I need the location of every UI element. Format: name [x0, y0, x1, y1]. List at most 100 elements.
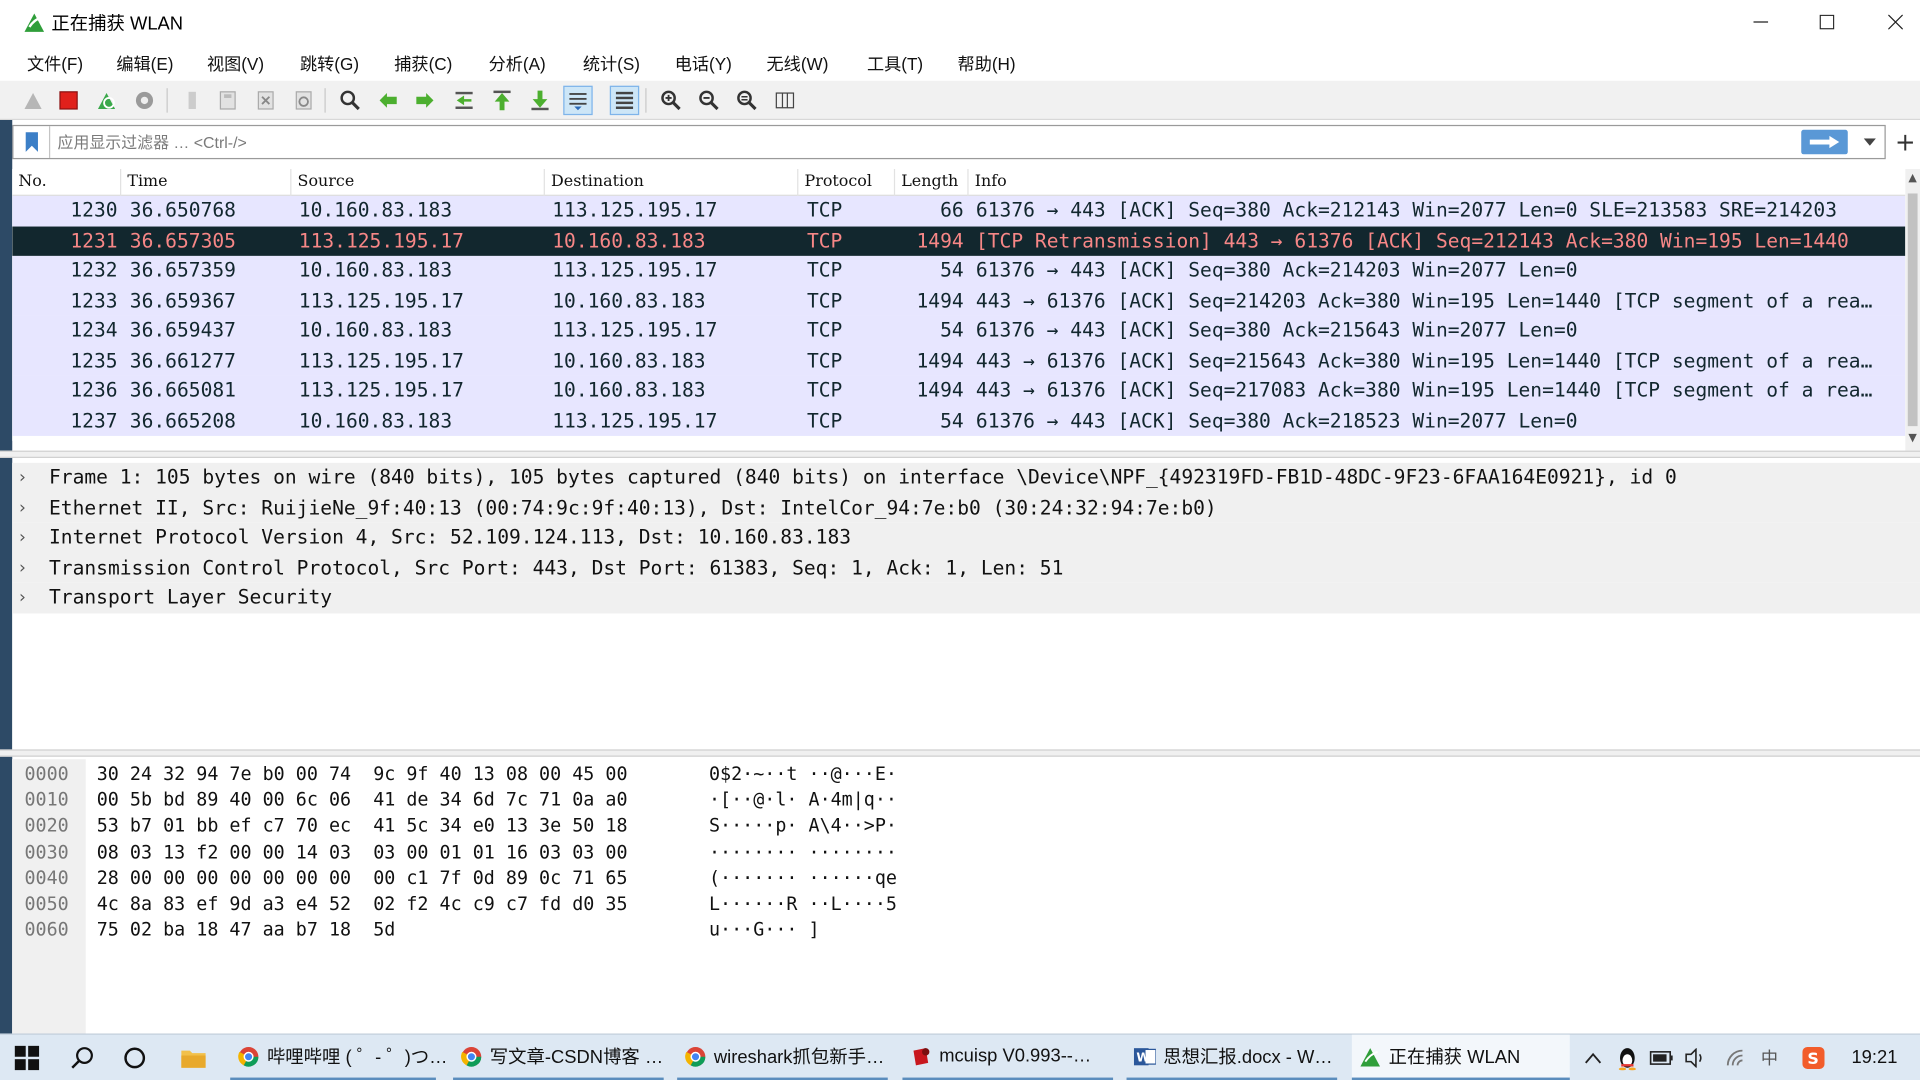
- packet-row[interactable]: 1234 36.659437 10.160.83.183 113.125.195.17…: [12, 315, 1906, 346]
- scroll-up-icon[interactable]: ▲: [1905, 171, 1920, 186]
- column-header-length[interactable]: Length: [895, 168, 969, 196]
- bytes-row[interactable]: 0010 00 5b bd 89 40 00 6c 06 41 de 34 6d …: [12, 788, 1237, 814]
- battery-icon[interactable]: [1648, 1044, 1675, 1071]
- word-icon: W: [1133, 1047, 1156, 1065]
- column-header-protocol[interactable]: Protocol: [798, 168, 896, 196]
- go-forward-icon[interactable]: [410, 86, 439, 115]
- menu-file[interactable]: 文件(F): [27, 51, 83, 75]
- close-button[interactable]: [1861, 0, 1920, 44]
- bytes-row[interactable]: 0020 53 b7 01 bb ef c7 70 ec 41 5c 34 e0 …: [12, 814, 1237, 840]
- chevron-right-icon[interactable]: ›: [17, 583, 34, 613]
- desktop-background-edge: [0, 120, 13, 1034]
- chevron-right-icon[interactable]: ›: [17, 463, 34, 493]
- windows-start-icon[interactable]: [12, 1043, 41, 1072]
- packet-list-scrollbar[interactable]: ▲ ▼: [1905, 168, 1920, 451]
- go-first-icon[interactable]: [487, 86, 516, 115]
- colorize-icon[interactable]: [609, 85, 640, 116]
- volume-icon[interactable]: [1682, 1044, 1709, 1071]
- taskbar-app-csdn[interactable]: 写文章-CSDN博客 …: [453, 1035, 664, 1080]
- column-header-time[interactable]: Time: [121, 168, 292, 196]
- bytes-row[interactable]: 0040 28 00 00 00 00 00 00 00 00 c1 7f 0d …: [12, 865, 1237, 891]
- scroll-down-icon[interactable]: ▼: [1905, 431, 1920, 446]
- go-last-icon[interactable]: [525, 86, 554, 115]
- packet-row[interactable]: 1230 36.650768 10.160.83.183 113.125.195.17…: [12, 195, 1906, 226]
- packet-row[interactable]: 1236 36.665081 113.125.195.17 10.160.83.183…: [12, 375, 1906, 406]
- zoom-out-icon[interactable]: [694, 86, 723, 115]
- menu-analyze[interactable]: 分析(A): [489, 51, 546, 75]
- chevron-right-icon[interactable]: ›: [17, 523, 34, 553]
- pane-splitter[interactable]: [0, 749, 1920, 757]
- search-icon[interactable]: [67, 1043, 96, 1072]
- packet-row-selected[interactable]: 1231 36.657305 113.125.195.17 10.160.83.183…: [12, 225, 1906, 256]
- capture-options-icon[interactable]: [130, 86, 159, 115]
- detail-row-tcp[interactable]: › Transmission Control Protocol, Src Por…: [12, 552, 1920, 583]
- bytes-hex: 28 00 00 00 00 00 00 00 00 c1 7f 0d 89 0…: [96, 866, 628, 889]
- stop-capture-icon[interactable]: [54, 86, 83, 115]
- packet-row[interactable]: 1237 36.665208 10.160.83.183 113.125.195.17…: [12, 405, 1906, 436]
- wifi-icon[interactable]: [1724, 1044, 1751, 1071]
- menu-telephony[interactable]: 电话(Y): [675, 51, 732, 75]
- bytes-row[interactable]: 0030 08 03 13 f2 00 00 14 03 03 00 01 01 …: [12, 840, 1237, 866]
- go-to-packet-icon[interactable]: [449, 86, 478, 115]
- column-header-no[interactable]: No.: [12, 168, 122, 196]
- menu-view[interactable]: 视图(V): [207, 51, 264, 75]
- column-header-info[interactable]: Info: [969, 169, 1906, 196]
- bytes-row[interactable]: 0050 4c 8a 83 ef 9d a3 e4 52 02 f2 4c c9 …: [12, 891, 1237, 917]
- taskbar-app-wireshark-tutorial[interactable]: wireshark抓包新手…: [677, 1035, 888, 1080]
- packet-row[interactable]: 1235 36.661277 113.125.195.17 10.160.83.183…: [12, 345, 1906, 376]
- save-file-icon[interactable]: [213, 86, 242, 115]
- menu-statistics[interactable]: 统计(S): [583, 51, 640, 75]
- detail-row-tls[interactable]: › Transport Layer Security: [12, 582, 1920, 613]
- resize-columns-icon[interactable]: [770, 86, 799, 115]
- bytes-row[interactable]: 0060 75 02 ba 18 47 aa b7 18 5d u···G··· ]: [12, 917, 1237, 943]
- file-explorer-icon[interactable]: [179, 1043, 208, 1072]
- zoom-in-icon[interactable]: [656, 86, 685, 115]
- detail-row-frame[interactable]: › Frame 1: 105 bytes on wire (840 bits),…: [12, 462, 1920, 493]
- maximize-button[interactable]: [1793, 0, 1862, 44]
- reload-file-icon[interactable]: [289, 86, 318, 115]
- display-filter-input[interactable]: [57, 126, 1797, 158]
- menu-edit[interactable]: 编辑(E): [116, 51, 173, 75]
- open-file-icon[interactable]: [178, 86, 207, 115]
- apply-filter-button[interactable]: [1801, 129, 1848, 155]
- chevron-right-icon[interactable]: ›: [17, 553, 34, 583]
- column-header-destination[interactable]: Destination: [545, 168, 799, 196]
- qq-penguin-icon[interactable]: [1614, 1044, 1641, 1071]
- menu-wireless[interactable]: 无线(W): [767, 51, 829, 75]
- packet-row[interactable]: 1232 36.657359 10.160.83.183 113.125.195.17…: [12, 255, 1906, 286]
- autoscroll-icon[interactable]: [563, 85, 593, 116]
- menu-tools[interactable]: 工具(T): [867, 51, 923, 75]
- bytes-row[interactable]: 0000 30 24 32 94 7e b0 00 74 9c 9f 40 13 …: [12, 762, 1237, 788]
- ime-indicator[interactable]: 中: [1756, 1044, 1783, 1071]
- bytes-ascii: ········ ········: [708, 840, 897, 863]
- taskbar-app-wireshark[interactable]: 正在捕获 WLAN: [1351, 1034, 1570, 1080]
- taskbar-app-mcuisp[interactable]: mcuisp V0.993--…: [902, 1035, 1114, 1080]
- cortana-icon[interactable]: [120, 1043, 149, 1072]
- taskbar-clock[interactable]: 19:21: [1851, 1047, 1897, 1068]
- close-file-icon[interactable]: [251, 86, 280, 115]
- packet-row[interactable]: 1233 36.659367 113.125.195.17 10.160.83.183…: [12, 285, 1906, 316]
- go-back-icon[interactable]: [373, 86, 402, 115]
- taskbar-app-bilibili[interactable]: 哔哩哔哩 ( ゜- ゜)つ…: [230, 1035, 448, 1080]
- restart-capture-icon[interactable]: [92, 86, 121, 115]
- add-filter-button[interactable]: +: [1893, 127, 1917, 156]
- detail-row-ethernet[interactable]: › Ethernet II, Src: RuijieNe_9f:40:13 (0…: [12, 492, 1920, 523]
- shark-fin-start-icon[interactable]: [18, 86, 47, 115]
- svg-text:S: S: [1807, 1049, 1818, 1068]
- pane-splitter[interactable]: [0, 450, 1920, 458]
- filter-history-dropdown[interactable]: [1860, 131, 1880, 153]
- scrollbar-thumb[interactable]: [1907, 193, 1918, 427]
- tray-overflow-chevron-up-icon[interactable]: [1580, 1044, 1607, 1071]
- menu-go[interactable]: 跳转(G): [300, 51, 359, 75]
- find-packet-icon[interactable]: [336, 86, 365, 115]
- chevron-right-icon[interactable]: ›: [17, 493, 34, 523]
- minimize-button[interactable]: [1727, 0, 1796, 44]
- menu-capture[interactable]: 捕获(C): [394, 51, 452, 75]
- filter-bookmark-button[interactable]: [13, 126, 51, 158]
- taskbar-app-word[interactable]: W 思想汇报.docx - W…: [1126, 1035, 1338, 1080]
- sogou-input-icon[interactable]: S: [1800, 1044, 1827, 1071]
- zoom-reset-icon[interactable]: [732, 86, 761, 115]
- menu-help[interactable]: 帮助(H): [958, 51, 1016, 75]
- detail-row-ipv4[interactable]: › Internet Protocol Version 4, Src: 52.1…: [12, 522, 1920, 553]
- column-header-source[interactable]: Source: [291, 168, 545, 196]
